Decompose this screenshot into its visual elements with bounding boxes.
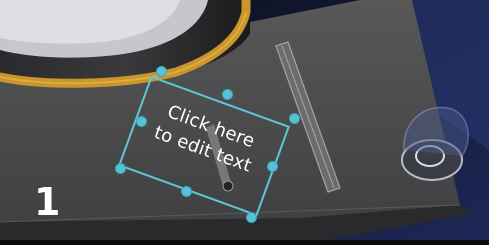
handle-top-mid[interactable] — [221, 88, 233, 100]
handle-top-left[interactable] — [155, 65, 167, 77]
handle-bottom-right[interactable] — [245, 211, 257, 223]
handle-bottom-mid[interactable] — [180, 185, 192, 197]
handle-top-right[interactable] — [288, 112, 300, 124]
canvas-viewport[interactable]: Click here to edit text 1 — [0, 0, 489, 245]
handle-right-mid[interactable] — [266, 160, 278, 172]
handle-bottom-left[interactable] — [114, 162, 126, 174]
step-number: 1 — [34, 180, 61, 224]
handle-left-mid[interactable] — [135, 115, 147, 127]
